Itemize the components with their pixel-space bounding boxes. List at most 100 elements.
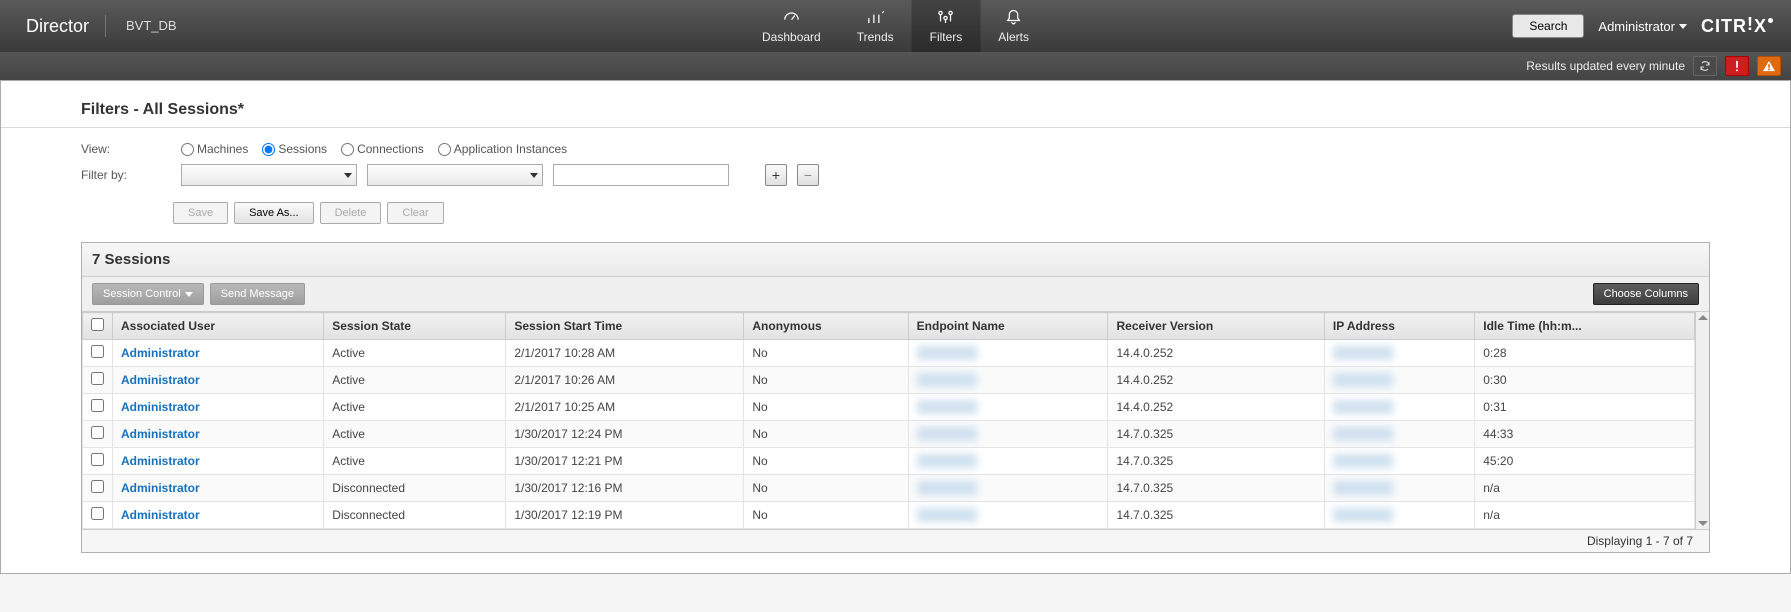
cell-idle: 45:20: [1475, 448, 1695, 475]
row-checkbox[interactable]: [91, 345, 104, 358]
user-link[interactable]: Administrator: [121, 346, 200, 360]
cell-ip: hidden: [1324, 448, 1474, 475]
cell-receiver: 14.7.0.325: [1108, 502, 1324, 529]
redacted-value: hidden: [1333, 508, 1393, 522]
app-name: Director: [0, 16, 105, 37]
cell-start: 1/30/2017 12:24 PM: [506, 421, 744, 448]
radio-input[interactable]: [181, 143, 194, 156]
clear-button[interactable]: Clear: [387, 202, 443, 224]
pagination-label: Displaying 1 - 7 of 7: [1587, 534, 1693, 548]
row-checkbox[interactable]: [91, 480, 104, 493]
refresh-button[interactable]: [1693, 56, 1717, 76]
row-checkbox[interactable]: [91, 426, 104, 439]
add-filter-button[interactable]: +: [765, 164, 787, 186]
table-row[interactable]: AdministratorActive2/1/2017 10:28 AMNohi…: [83, 340, 1695, 367]
col-user[interactable]: Associated User: [113, 313, 324, 340]
radio-input[interactable]: [262, 143, 275, 156]
cell-user: Administrator: [113, 394, 324, 421]
remove-filter-button[interactable]: −: [797, 164, 819, 186]
cell-anon: No: [744, 475, 908, 502]
filter-value-input[interactable]: [553, 164, 729, 186]
cell-state: Active: [324, 394, 506, 421]
send-message-button[interactable]: Send Message: [210, 283, 305, 305]
session-control-button[interactable]: Session Control: [92, 283, 204, 305]
nav-filters[interactable]: Filters: [912, 0, 981, 52]
table-row[interactable]: AdministratorActive2/1/2017 10:25 AMNohi…: [83, 394, 1695, 421]
cell-anon: No: [744, 421, 908, 448]
radio-label: Connections: [357, 142, 424, 156]
nav-alerts[interactable]: Alerts: [980, 0, 1047, 52]
col-state[interactable]: Session State: [324, 313, 506, 340]
view-radio-machines[interactable]: Machines: [181, 142, 248, 156]
redacted-value: hidden: [917, 427, 977, 441]
choose-columns-button[interactable]: Choose Columns: [1593, 283, 1699, 305]
delete-button[interactable]: Delete: [320, 202, 382, 224]
view-radio-appinst[interactable]: Application Instances: [438, 142, 567, 156]
table-row[interactable]: AdministratorDisconnected1/30/2017 12:19…: [83, 502, 1695, 529]
saveas-button[interactable]: Save As...: [234, 202, 314, 224]
search-button[interactable]: Search: [1512, 14, 1584, 38]
col-ip[interactable]: IP Address: [1324, 313, 1474, 340]
view-label: View:: [81, 142, 171, 156]
user-menu[interactable]: Administrator: [1598, 19, 1687, 34]
warning-alerts-button[interactable]: [1757, 56, 1781, 76]
col-receiver[interactable]: Receiver Version: [1108, 313, 1324, 340]
row-checkbox[interactable]: [91, 399, 104, 412]
col-endpoint[interactable]: Endpoint Name: [908, 313, 1108, 340]
user-link[interactable]: Administrator: [121, 400, 200, 414]
button-label: Send Message: [221, 288, 294, 300]
radio-input[interactable]: [341, 143, 354, 156]
user-link[interactable]: Administrator: [121, 454, 200, 468]
nav-label: Filters: [930, 30, 963, 44]
cell-receiver: 14.7.0.325: [1108, 448, 1324, 475]
filter-buttons: Save Save As... Delete Clear: [1, 190, 1790, 242]
col-idle[interactable]: Idle Time (hh:m...: [1475, 313, 1695, 340]
row-check-cell: [83, 502, 113, 529]
critical-alerts-button[interactable]: [1725, 56, 1749, 76]
col-anon[interactable]: Anonymous: [744, 313, 908, 340]
table-row[interactable]: AdministratorActive1/30/2017 12:24 PMNoh…: [83, 421, 1695, 448]
vertical-scrollbar[interactable]: [1695, 312, 1709, 529]
main-content: Filters - All Sessions* View: MachinesSe…: [0, 80, 1791, 574]
cell-state: Disconnected: [324, 475, 506, 502]
status-text: Results updated every minute: [1526, 59, 1685, 73]
nav-label: Dashboard: [762, 30, 821, 44]
chevron-down-icon: [1679, 24, 1687, 29]
cell-endpoint: hidden: [908, 475, 1108, 502]
view-radio-connections[interactable]: Connections: [341, 142, 424, 156]
row-checkbox[interactable]: [91, 372, 104, 385]
select-all-checkbox[interactable]: [91, 318, 104, 331]
view-radio-sessions[interactable]: Sessions: [262, 142, 327, 156]
col-start[interactable]: Session Start Time: [506, 313, 744, 340]
nav-dashboard[interactable]: Dashboard: [744, 0, 839, 52]
filter-operator-combo[interactable]: [367, 164, 543, 186]
user-link[interactable]: Administrator: [121, 427, 200, 441]
table-row[interactable]: AdministratorDisconnected1/30/2017 12:16…: [83, 475, 1695, 502]
cell-endpoint: hidden: [908, 394, 1108, 421]
divider: [1, 127, 1790, 128]
button-label: Choose Columns: [1604, 288, 1688, 300]
filter-field-combo[interactable]: [181, 164, 357, 186]
row-checkbox[interactable]: [91, 507, 104, 520]
save-button[interactable]: Save: [173, 202, 228, 224]
user-link[interactable]: Administrator: [121, 373, 200, 387]
user-link[interactable]: Administrator: [121, 508, 200, 522]
cell-state: Active: [324, 367, 506, 394]
cell-anon: No: [744, 367, 908, 394]
view-row: View: Machines Sessions Connections Applica…: [1, 138, 1790, 160]
table-header-row: Associated User Session State Session St…: [83, 313, 1695, 340]
redacted-value: hidden: [917, 481, 977, 495]
radio-input[interactable]: [438, 143, 451, 156]
trends-icon: [865, 8, 885, 28]
cell-ip: hidden: [1324, 394, 1474, 421]
row-checkbox[interactable]: [91, 453, 104, 466]
user-link[interactable]: Administrator: [121, 481, 200, 495]
db-name: BVT_DB: [105, 15, 197, 37]
top-right: Search Administrator CITR!X: [1512, 14, 1791, 38]
row-check-cell: [83, 448, 113, 475]
table-row[interactable]: AdministratorActive1/30/2017 12:21 PMNoh…: [83, 448, 1695, 475]
table-row[interactable]: AdministratorActive2/1/2017 10:26 AMNohi…: [83, 367, 1695, 394]
top-bar: Director BVT_DB Dashboard Trends Filters…: [0, 0, 1791, 52]
cell-endpoint: hidden: [908, 367, 1108, 394]
nav-trends[interactable]: Trends: [839, 0, 912, 52]
